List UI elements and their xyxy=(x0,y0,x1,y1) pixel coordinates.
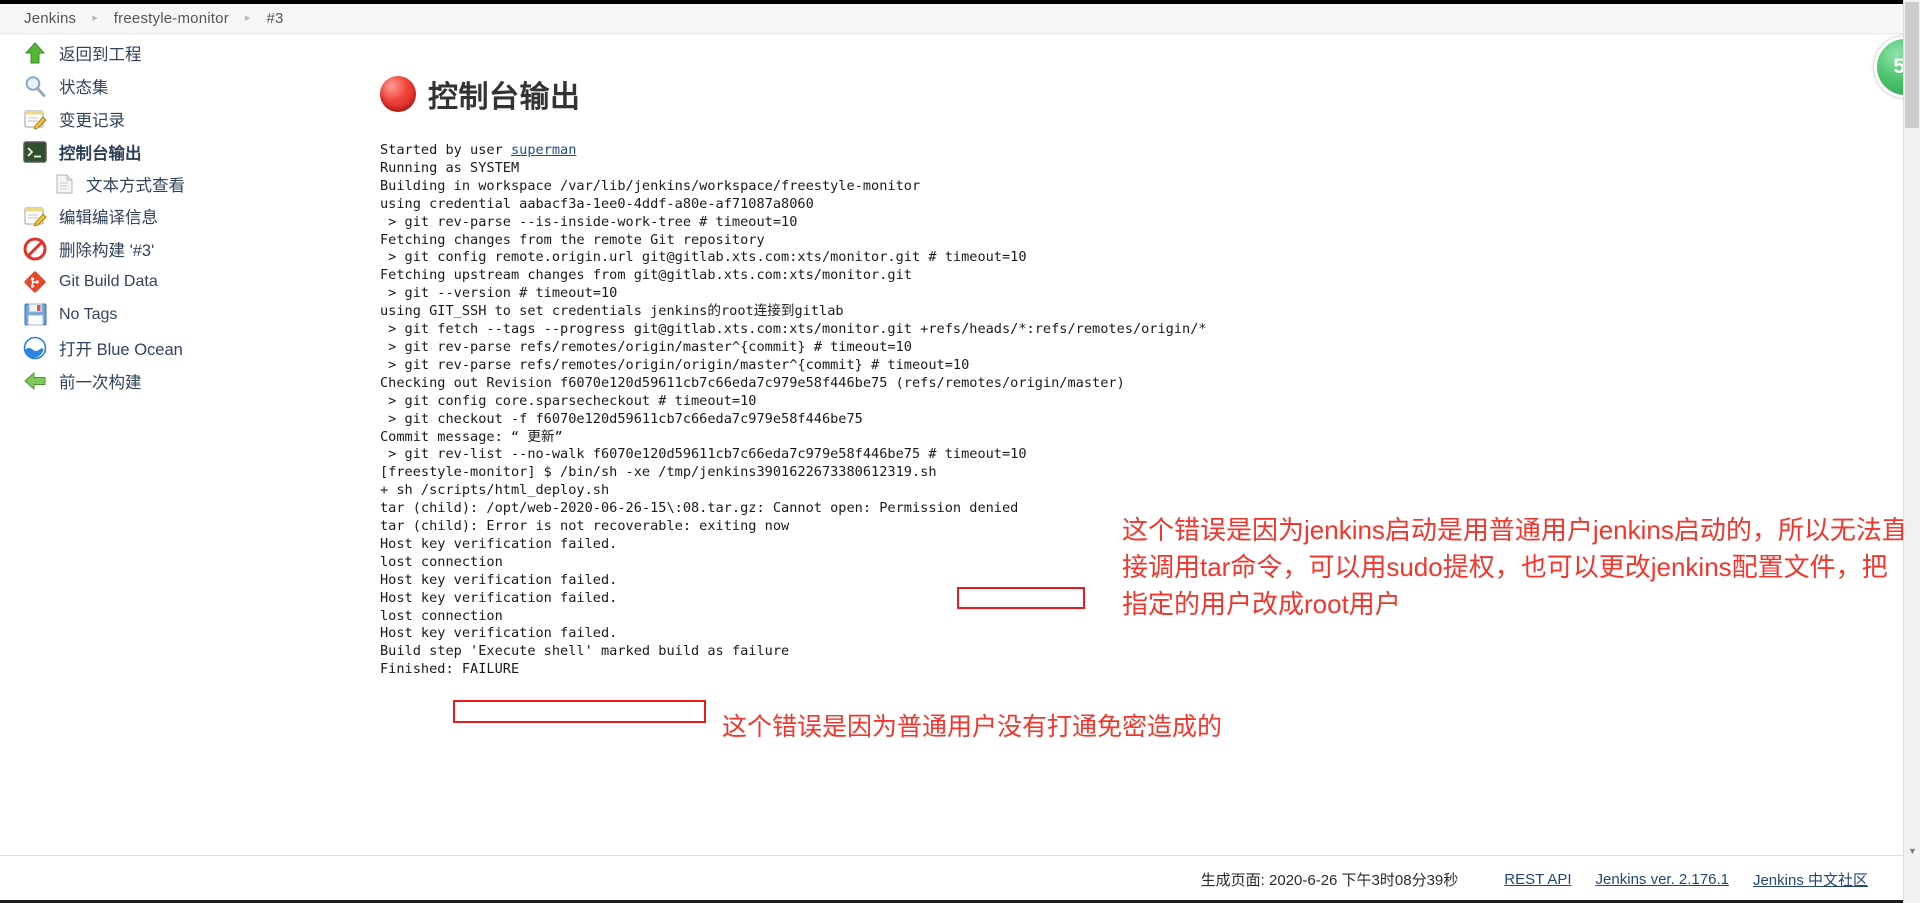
document-icon xyxy=(54,174,74,194)
sidebar-item-label: Git Build Data xyxy=(59,272,158,290)
arrow-left-icon xyxy=(22,368,48,394)
notepad-pencil-icon xyxy=(22,203,48,229)
page-title: 控制台输出 xyxy=(428,81,581,114)
console-log-line: + sh /scripts/html_deploy.sh xyxy=(380,482,610,499)
breadcrumb-separator-icon: ▸ xyxy=(244,12,251,24)
sidebar-item-label: 状态集 xyxy=(59,78,109,97)
annotation-host-key: 这个错误是因为普通用户没有打通免密造成的 xyxy=(722,713,1223,741)
console-log-line: Host key verification failed. xyxy=(380,625,618,642)
sidebar-item-label: 删除构建 '#3' xyxy=(59,241,155,260)
sidebar-item-label: 编辑编译信息 xyxy=(59,208,158,227)
blue-ocean-icon xyxy=(22,335,48,361)
console-log-line: > git config core.sparsecheckout # timeo… xyxy=(380,392,757,409)
console-log-line: [freestyle-monitor] $ /bin/sh -xe /tmp/j… xyxy=(380,464,937,481)
console-log-line: > git config remote.origin.url git@gitla… xyxy=(380,249,1027,266)
breadcrumb-item-jenkins[interactable]: Jenkins xyxy=(24,10,76,27)
footer-link-chinese-community[interactable]: Jenkins 中文社区 xyxy=(1753,869,1868,890)
console-log-line: Building in workspace /var/lib/jenkins/w… xyxy=(380,177,921,194)
console-log-line: > git --version # timeout=10 xyxy=(380,285,618,302)
breadcrumb: Jenkins ▸ freestyle-monitor ▸ #3 xyxy=(0,4,1920,34)
sidebar-item-edit-build-information[interactable]: 编辑编译信息 xyxy=(0,199,380,232)
git-icon xyxy=(22,269,48,295)
annotation-tar-permission: 这个错误是因为jenkins启动是用普通用户jenkins启动的，所以无法直接调… xyxy=(1122,515,1908,619)
red-ball-icon xyxy=(380,76,416,112)
scroll-down-arrow-icon[interactable]: ▼ xyxy=(1904,842,1920,859)
floppy-disk-icon xyxy=(22,302,48,328)
arrow-up-icon xyxy=(22,40,48,66)
console-log-line: using GIT_SSH to set credentials jenkins… xyxy=(380,303,844,320)
no-entry-icon xyxy=(22,236,48,262)
breadcrumb-separator-icon: ▸ xyxy=(92,12,98,24)
console-log-line: > git checkout -f f6070e120d59611cb7c66e… xyxy=(380,410,863,427)
console-log-line: > git fetch --tags --progress git@gitlab… xyxy=(380,321,1207,338)
magnifier-icon xyxy=(22,73,48,99)
console-log-line: using credential aabacf3a-1ee0-4ddf-a80e… xyxy=(380,195,814,212)
sidebar-item-view-as-plain-text[interactable]: 文本方式查看 xyxy=(0,168,380,199)
console-log-line: > git rev-parse refs/remotes/origin/orig… xyxy=(380,356,970,373)
sidebar-item-previous-build[interactable]: 前一次构建 xyxy=(0,364,380,397)
sidebar-item-delete-build[interactable]: 删除构建 '#3' xyxy=(0,232,380,265)
generated-timestamp: 生成页面: 2020-6-26 下午3时08分39秒 xyxy=(1200,872,1459,889)
console-log-line: Running as SYSTEM xyxy=(380,159,520,176)
host-key-verification-highlight xyxy=(453,700,706,723)
sidebar-item-label: No Tags xyxy=(59,305,118,323)
sidebar-item-open-blue-ocean[interactable]: 打开 Blue Ocean xyxy=(0,331,380,364)
sidebar-item-console-output[interactable]: 控制台输出 xyxy=(0,135,380,168)
console-log-line: Fetching upstream changes from git@gitla… xyxy=(380,267,912,284)
console-user-link[interactable]: superman xyxy=(511,142,576,158)
sidebar-item-label: 变更记录 xyxy=(59,111,125,130)
sidebar-item-back-to-project[interactable]: 返回到工程 xyxy=(0,36,380,69)
footer-link-jenkins-version[interactable]: Jenkins ver. 2.176.1 xyxy=(1596,871,1729,888)
breadcrumb-item-project[interactable]: freestyle-monitor xyxy=(114,10,229,27)
breadcrumb-item-build[interactable]: #3 xyxy=(266,10,283,27)
terminal-icon xyxy=(22,139,48,165)
console-log-line: Commit message: “ 更新” xyxy=(380,428,563,445)
console-log-line: > git rev-parse refs/remotes/origin/mast… xyxy=(380,338,912,355)
sidebar-item-label: 返回到工程 xyxy=(59,45,142,64)
sidebar-item-label: 控制台输出 xyxy=(59,144,142,163)
jenkins-console-page: Jenkins ▸ freestyle-monitor ▸ #3 返回到工程 状… xyxy=(0,0,1920,903)
notepad-pencil-icon xyxy=(22,106,48,132)
console-log-line: > git rev-list --no-walk f6070e120d59611… xyxy=(380,446,1027,463)
sidebar-item-status[interactable]: 状态集 xyxy=(0,69,380,102)
footer-link-rest-api[interactable]: REST API xyxy=(1504,871,1571,888)
console-log-line: Started by user superman xyxy=(380,142,577,158)
sidebar-item-label: 打开 Blue Ocean xyxy=(59,340,183,359)
sidebar-item-no-tags[interactable]: No Tags xyxy=(0,298,380,331)
sidebar-item-changes[interactable]: 变更记录 xyxy=(0,102,380,135)
sidebar-item-label: 文本方式查看 xyxy=(86,176,185,195)
sidebar: 返回到工程 状态集 变更记录 控制台输出 文本方式查看 编辑编译信息 删除构建 … xyxy=(0,36,380,397)
console-log-line: Fetching changes from the remote Git rep… xyxy=(380,231,765,248)
console-log-line: Build step 'Execute shell' marked build … xyxy=(380,643,790,660)
sidebar-item-git-build-data[interactable]: Git Build Data xyxy=(0,265,380,298)
console-log-line: Finished: FAILURE xyxy=(380,661,520,678)
scrollbar-thumb[interactable] xyxy=(1905,2,1919,128)
console-output-header: 控制台输出 xyxy=(380,72,1920,116)
console-log-line: Checking out Revision f6070e120d59611cb7… xyxy=(380,374,1125,391)
vertical-scrollbar[interactable]: ▼ xyxy=(1903,0,1920,903)
console-log-line: > git rev-parse --is-inside-work-tree # … xyxy=(380,213,798,230)
sidebar-item-label: 前一次构建 xyxy=(59,373,142,392)
page-footer: 生成页面: 2020-6-26 下午3时08分39秒 REST API Jenk… xyxy=(0,855,1920,903)
